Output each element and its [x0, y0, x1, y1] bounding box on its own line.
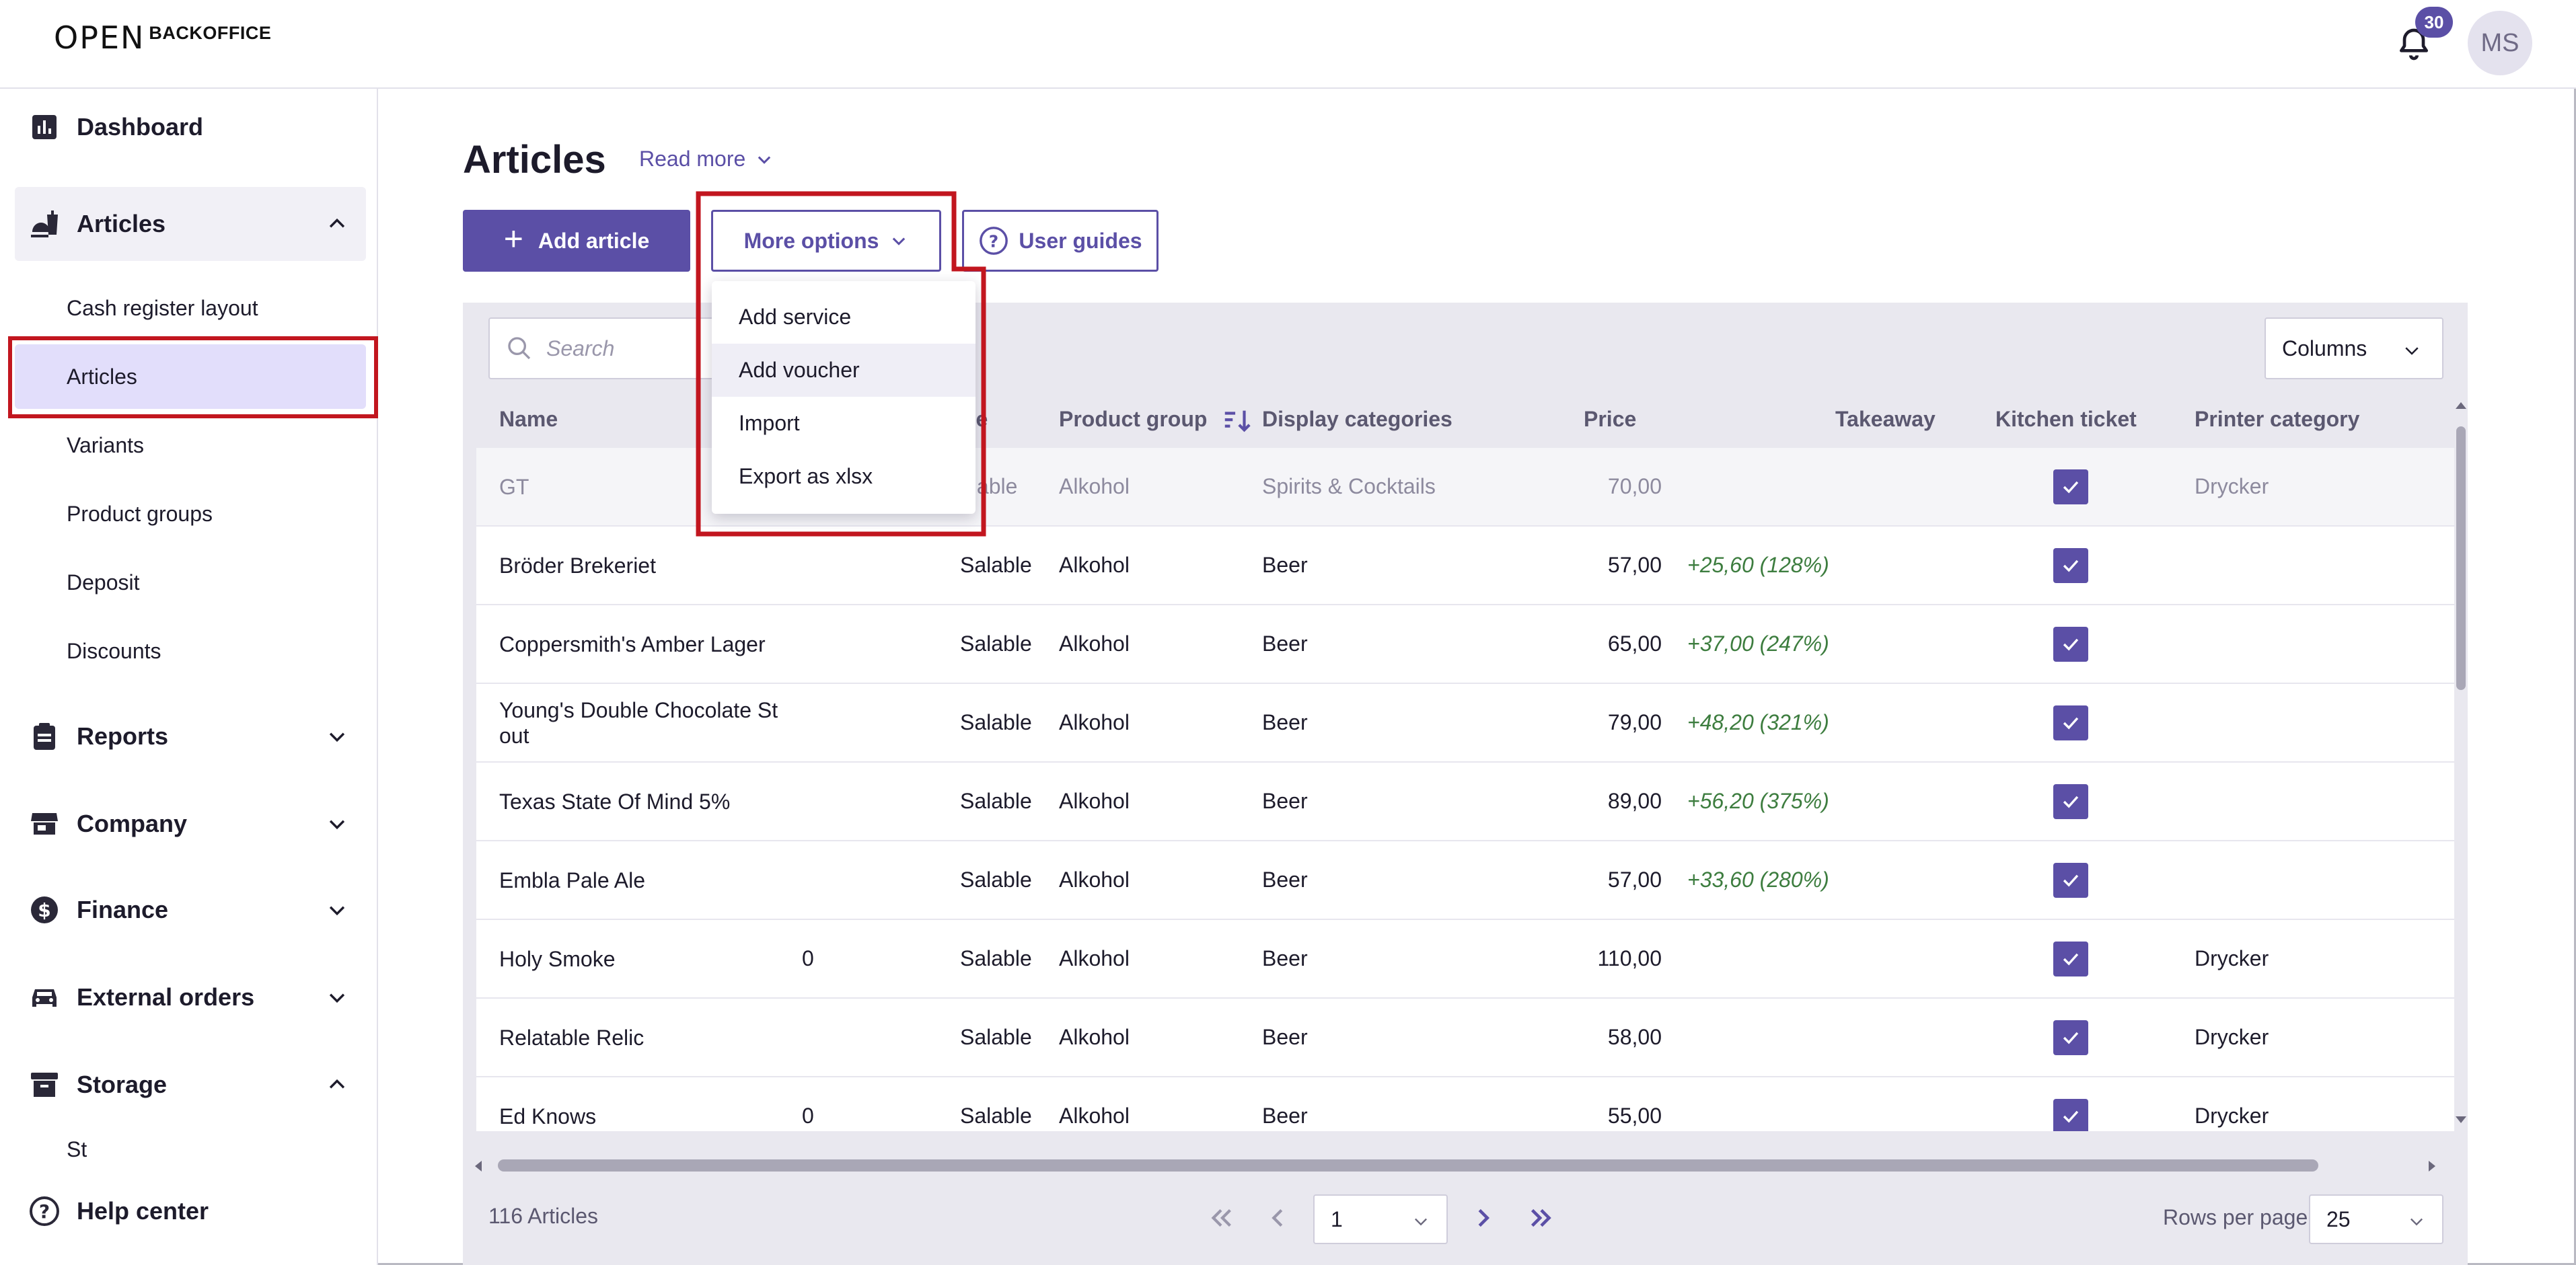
highlight-more-options — [696, 191, 986, 537]
